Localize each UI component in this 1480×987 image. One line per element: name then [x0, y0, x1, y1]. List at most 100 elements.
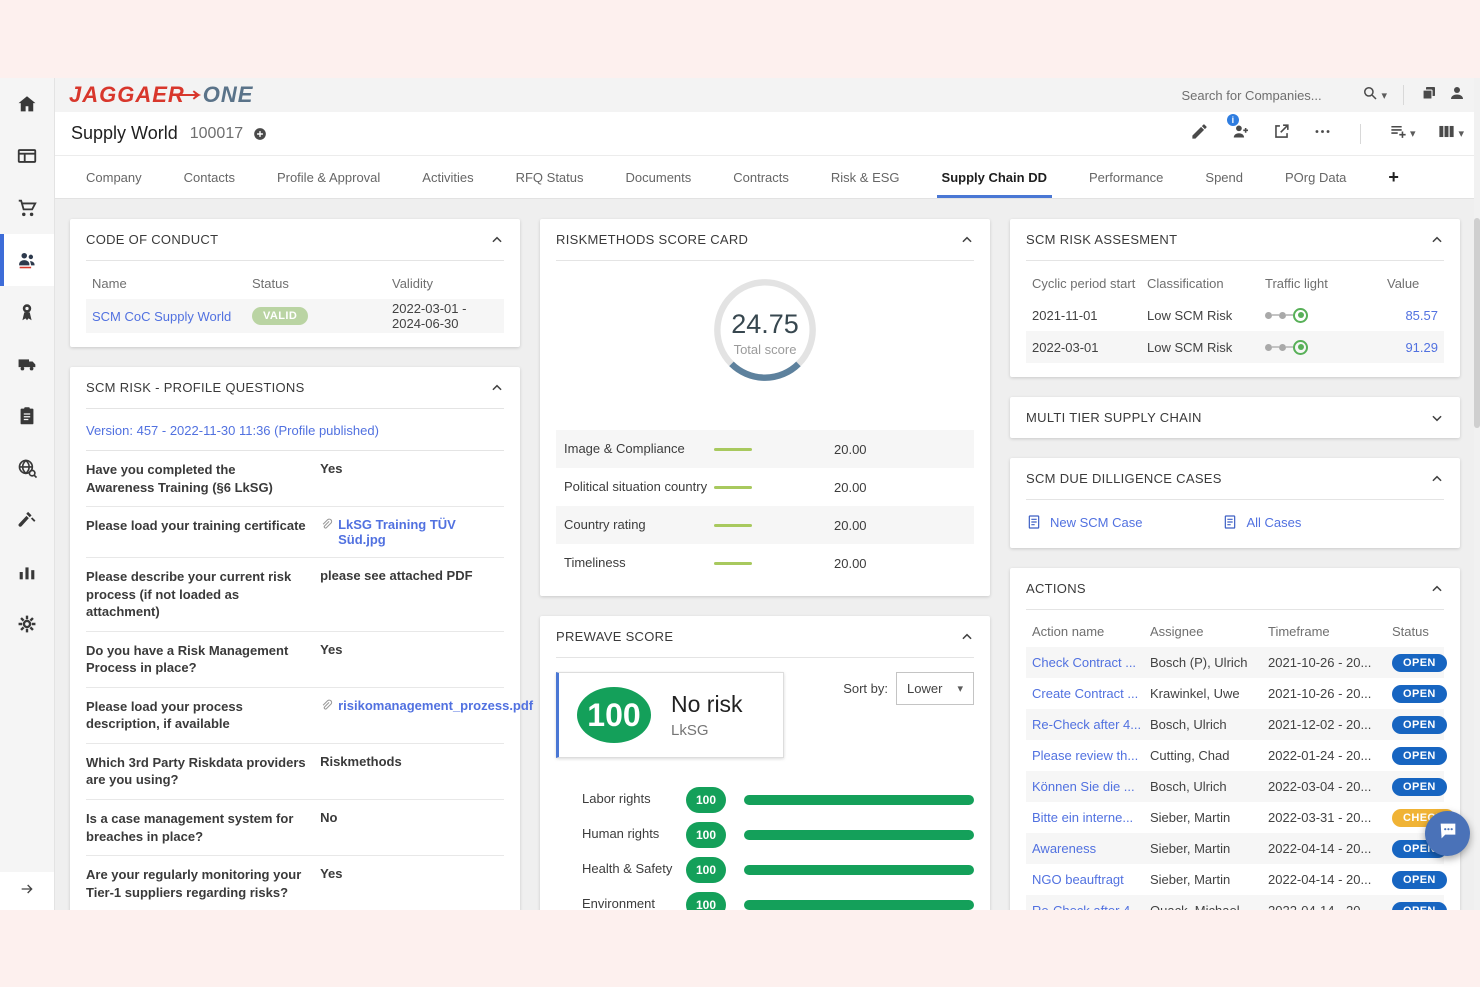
- collapse-down-icon[interactable]: [1430, 411, 1444, 425]
- coc-name-link[interactable]: SCM CoC Supply World: [92, 309, 252, 324]
- case-link[interactable]: All Cases: [1222, 514, 1418, 530]
- add-tab-button[interactable]: +: [1367, 156, 1420, 198]
- collapse-up-icon[interactable]: [490, 381, 504, 395]
- award-icon: [16, 301, 38, 323]
- chat-fab-button[interactable]: [1425, 811, 1470, 856]
- assignee: Cutting, Chad: [1150, 748, 1268, 763]
- category-label: Health & Safety: [582, 861, 686, 877]
- score-row: Country rating20.00: [556, 506, 974, 544]
- home-icon: [16, 93, 38, 115]
- add-to-list-button[interactable]: ▾: [1389, 122, 1416, 146]
- value-link[interactable]: 85.57: [1405, 308, 1438, 323]
- user-profile-button[interactable]: [1448, 84, 1466, 107]
- document-icon: [1026, 514, 1042, 530]
- status-circle-icon[interactable]: [253, 127, 267, 141]
- assign-user-button[interactable]: i: [1231, 122, 1250, 146]
- sidebar-item-home[interactable]: [0, 78, 54, 130]
- action-name-link[interactable]: Re-Check after 4...: [1032, 717, 1150, 732]
- collapse-up-icon[interactable]: [1430, 582, 1444, 596]
- sidebar-item-global-sourcing[interactable]: [0, 442, 54, 494]
- tab-activities[interactable]: Activities: [401, 156, 494, 198]
- tab-contracts[interactable]: Contracts: [712, 156, 810, 198]
- cases-links: New SCM CaseAll Cases: [1010, 500, 1460, 548]
- category-score-badge: 100: [686, 892, 726, 911]
- sidebar-item-logistics[interactable]: [0, 338, 54, 390]
- status-badge: OPEN: [1392, 902, 1447, 911]
- sidebar-item-shopping[interactable]: [0, 182, 54, 234]
- assignee: Bosch, Ulrich: [1150, 717, 1268, 732]
- tab-porg-data[interactable]: POrg Data: [1264, 156, 1367, 198]
- windows-button[interactable]: [1420, 84, 1438, 107]
- answer: No: [320, 810, 504, 845]
- action-name-link[interactable]: Awareness: [1032, 841, 1150, 856]
- action-name-link[interactable]: Check Contract ...: [1032, 655, 1150, 670]
- sidebar-item-suppliers[interactable]: [0, 234, 54, 286]
- collapse-up-icon[interactable]: [490, 233, 504, 247]
- sidebar-item-auctions[interactable]: [0, 494, 54, 546]
- question-row: Please describe your current risk proces…: [86, 558, 504, 632]
- value-link[interactable]: 91.29: [1405, 340, 1438, 355]
- sidebar-item-analytics[interactable]: [0, 546, 54, 598]
- card-title: SCM DUE DILLIGENCE CASES: [1026, 471, 1222, 486]
- sort-by-select[interactable]: Lower ▾: [896, 672, 974, 705]
- question-row: Do you have a Risk Management Process in…: [86, 632, 504, 688]
- tab-rfq-status[interactable]: RFQ Status: [495, 156, 605, 198]
- column-middle: RISKMETHODS SCORE CARD 24.75 Total: [540, 219, 990, 890]
- score-bar: [744, 830, 974, 840]
- sidebar-item-dashboard[interactable]: [0, 130, 54, 182]
- title-bar: Supply World 100017 i ▾: [55, 112, 1480, 156]
- tab-documents[interactable]: Documents: [605, 156, 713, 198]
- attachment-link[interactable]: LkSG Training TÜV Süd.jpg: [338, 517, 504, 547]
- action-name-link[interactable]: Können Sie die ...: [1032, 779, 1150, 794]
- collapse-up-icon[interactable]: [1430, 233, 1444, 247]
- score-row: Timeliness20.00: [556, 544, 974, 582]
- sort-by-label: Sort by:: [843, 681, 888, 696]
- collapse-up-icon[interactable]: [960, 233, 974, 247]
- search-icon: [1361, 84, 1379, 107]
- question-row: Which 3rd Party Riskdata providers are y…: [86, 744, 504, 800]
- pencil-icon: [1190, 122, 1209, 146]
- question: Please describe your current risk proces…: [86, 568, 320, 621]
- question: Which 3rd Party Riskdata providers are y…: [86, 754, 320, 789]
- score-bar: [744, 865, 974, 875]
- search-button[interactable]: ▾: [1361, 84, 1387, 107]
- action-name-link[interactable]: Create Contract ...: [1032, 686, 1150, 701]
- question-row: Please load your process description, if…: [86, 688, 504, 744]
- sidebar-item-contracts[interactable]: [0, 390, 54, 442]
- chevron-down-icon: ▾: [1410, 127, 1416, 140]
- app-window: JAGGAER ONE ▾: [0, 78, 1480, 910]
- tab-spend[interactable]: Spend: [1184, 156, 1264, 198]
- attachment-link[interactable]: risikomanagement_prozess.pdf: [338, 698, 533, 713]
- sidebar-expand-button[interactable]: [0, 872, 54, 910]
- scrollbar[interactable]: [1474, 78, 1480, 910]
- action-name-link[interactable]: Please review th...: [1032, 748, 1150, 763]
- table-row: 2021-11-01Low SCM Risk85.57: [1026, 299, 1444, 331]
- tab-risk-esg[interactable]: Risk & ESG: [810, 156, 921, 198]
- tab-contacts[interactable]: Contacts: [163, 156, 256, 198]
- profile-version-link[interactable]: Version: 457 - 2022-11-30 11:36 (Profile…: [86, 423, 379, 438]
- more-button[interactable]: [1313, 122, 1332, 146]
- collapse-up-icon[interactable]: [1430, 472, 1444, 486]
- card-title: PREWAVE SCORE: [556, 629, 673, 644]
- score-bar: [744, 900, 974, 910]
- tab-company[interactable]: Company: [65, 156, 163, 198]
- open-external-button[interactable]: [1272, 122, 1291, 146]
- truck-icon: [16, 353, 38, 375]
- sidebar-item-quality[interactable]: [0, 286, 54, 338]
- tab-performance[interactable]: Performance: [1068, 156, 1184, 198]
- columns-button[interactable]: ▾: [1437, 122, 1464, 146]
- action-name-link[interactable]: Bitte ein interne...: [1032, 810, 1150, 825]
- collapse-up-icon[interactable]: [960, 630, 974, 644]
- action-name-link[interactable]: Re-Check after 4...: [1032, 903, 1150, 910]
- sidebar-item-settings[interactable]: [0, 598, 54, 650]
- action-name-link[interactable]: NGO beauftragt: [1032, 872, 1150, 887]
- case-link[interactable]: New SCM Case: [1026, 514, 1222, 530]
- column-right: SCM RISK ASSESMENT Cyclic period startCl…: [1010, 219, 1460, 890]
- company-search-input[interactable]: [1181, 88, 1351, 103]
- edit-button[interactable]: [1190, 122, 1209, 146]
- tab-supply-chain-dd[interactable]: Supply Chain DD: [921, 156, 1068, 198]
- table-row: Please review th...Cutting, Chad2022-01-…: [1026, 740, 1444, 771]
- timeframe: 2021-10-26 - 20...: [1268, 686, 1392, 701]
- tools-icon: [16, 509, 38, 531]
- tab-profile-approval[interactable]: Profile & Approval: [256, 156, 401, 198]
